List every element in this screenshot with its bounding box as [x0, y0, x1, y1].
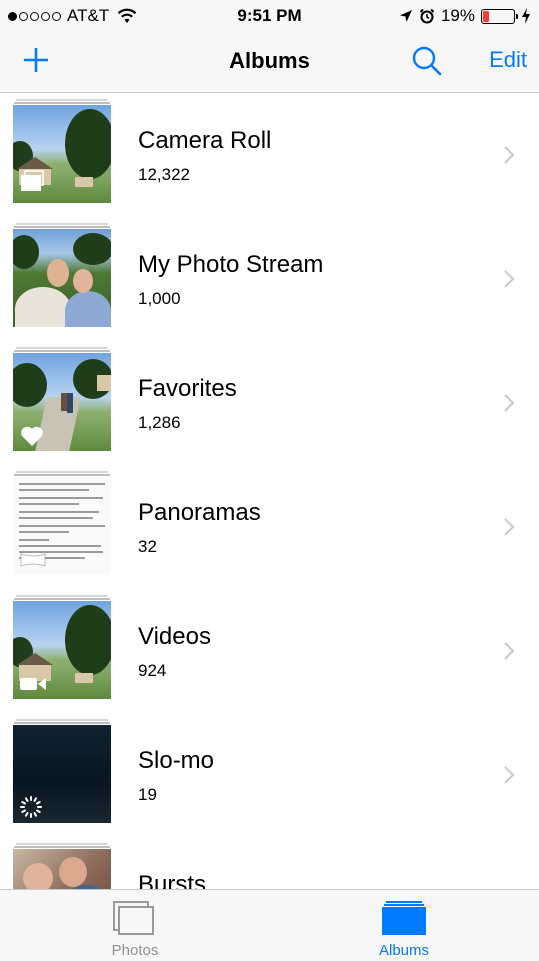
battery-percent: 19% [440, 6, 475, 25]
chevron-right-icon [504, 766, 515, 784]
status-right: 19% [399, 6, 531, 26]
panorama-icon [20, 553, 46, 567]
battery-level [483, 10, 489, 22]
chevron-right-icon [504, 642, 515, 660]
album-title: Panoramas [138, 499, 261, 526]
album-row-camera-roll[interactable]: Camera Roll 12,322 [0, 93, 539, 217]
status-bar: AT&T 9:51 PM 19% [0, 0, 539, 32]
chevron-right-icon [504, 518, 515, 536]
album-count: 1,000 [138, 289, 181, 308]
add-album-button[interactable] [20, 44, 52, 76]
tab-label: Photos [111, 942, 159, 959]
heart-icon [21, 426, 43, 446]
album-thumbnail [13, 843, 111, 889]
album-count: 1,286 [138, 413, 181, 432]
tab-bar: Photos Albums [0, 889, 539, 961]
albums-icon [382, 901, 426, 935]
album-list: Camera Roll 12,322 My Photo Stream 1,000 [0, 93, 539, 889]
search-button[interactable] [410, 44, 444, 78]
album-count: 924 [138, 661, 167, 680]
album-thumbnail [13, 471, 111, 575]
album-title: Bursts [138, 871, 207, 889]
chevron-right-icon [504, 394, 515, 412]
album-row-slo-mo[interactable]: Slo-mo 19 [0, 713, 539, 837]
album-count: 12,322 [138, 165, 190, 184]
signal-dot [41, 11, 50, 21]
album-row-bursts[interactable]: Bursts [0, 837, 539, 889]
album-title: Videos [138, 623, 211, 650]
alarm-icon [419, 8, 435, 24]
album-title: Slo-mo [138, 747, 215, 774]
wifi-icon [117, 8, 137, 23]
album-title: Camera Roll [138, 127, 272, 154]
album-row-videos[interactable]: Videos 924 [0, 589, 539, 713]
stack-icon [21, 170, 44, 191]
slow-motion-icon [20, 796, 42, 818]
signal-strength-icon [8, 11, 61, 21]
charging-bolt-icon [522, 8, 530, 24]
battery-icon [481, 8, 518, 24]
location-arrow-icon [399, 10, 412, 22]
plus-icon [24, 48, 48, 72]
signal-dot [8, 11, 17, 21]
edit-button[interactable]: Edit [489, 47, 527, 73]
carrier-name: AT&T [67, 6, 110, 25]
photos-icon [113, 901, 154, 935]
album-thumbnail [13, 99, 111, 203]
album-thumbnail [13, 595, 111, 699]
status-left: AT&T [8, 6, 137, 26]
chevron-right-icon [504, 146, 515, 164]
chevron-right-icon [504, 270, 515, 288]
tab-photos[interactable]: Photos [0, 890, 270, 961]
search-icon [412, 46, 442, 76]
album-count: 32 [138, 537, 157, 556]
tab-albums[interactable]: Albums [269, 890, 539, 961]
album-row-panoramas[interactable]: Panoramas 32 [0, 465, 539, 589]
signal-dot [19, 11, 28, 21]
page-title: Albums [229, 48, 310, 73]
video-camera-icon [20, 678, 46, 690]
signal-dot [52, 11, 61, 21]
album-title: My Photo Stream [138, 251, 324, 278]
album-row-favorites[interactable]: Favorites 1,286 [0, 341, 539, 465]
album-thumbnail [13, 223, 111, 327]
tab-label: Albums [378, 942, 430, 959]
album-thumbnail [13, 719, 111, 823]
signal-dot [30, 11, 39, 21]
navigation-bar: Albums Edit [0, 32, 539, 93]
album-count: 19 [138, 785, 157, 804]
album-row-my-photo-stream[interactable]: My Photo Stream 1,000 [0, 217, 539, 341]
album-title: Favorites [138, 375, 237, 402]
album-thumbnail [13, 347, 111, 451]
